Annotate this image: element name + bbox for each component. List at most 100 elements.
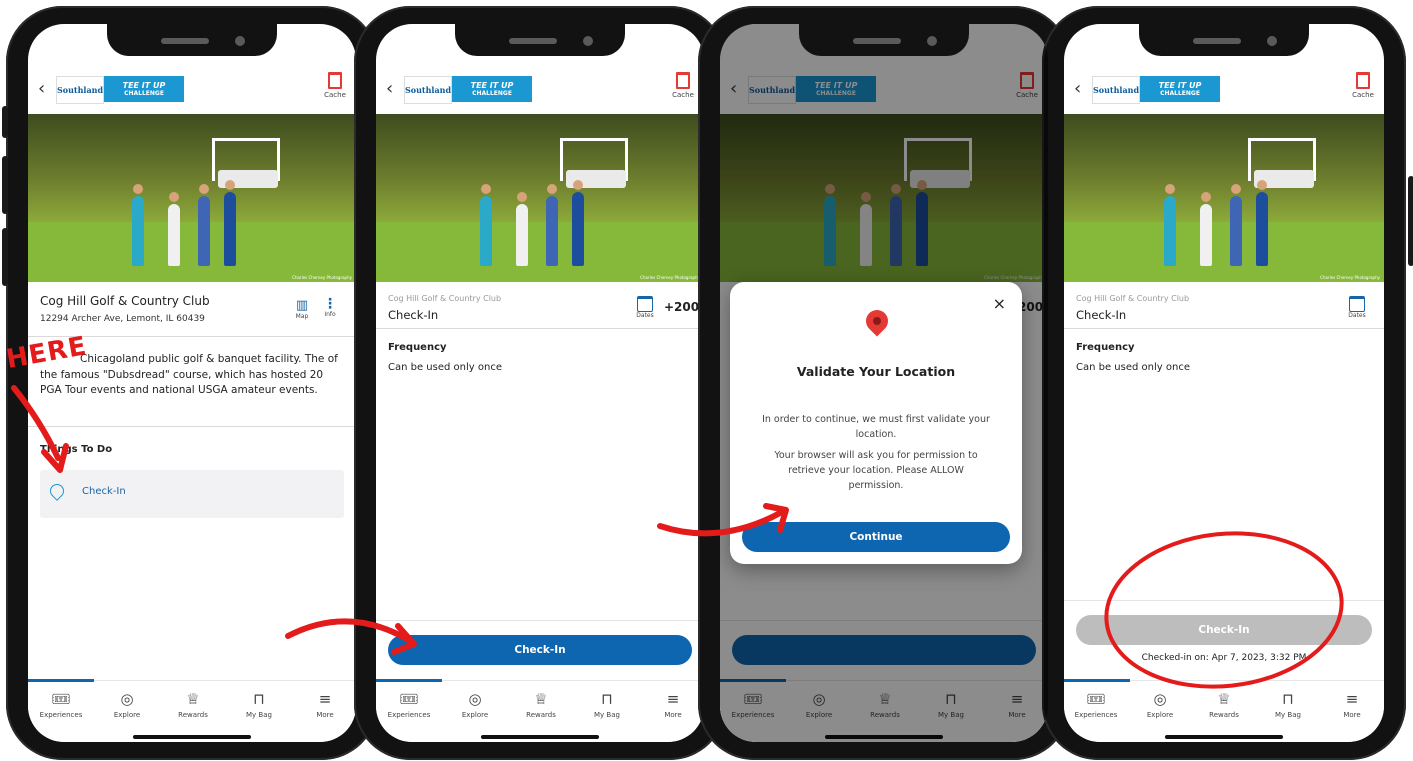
checkin-item-label: Check-In [82,486,126,497]
action-area: Check-In [376,620,704,681]
logo-sub: CHALLENGE [124,90,164,97]
logo-text: Southland [404,85,452,95]
frequency-value: Can be used only once [1076,362,1190,373]
info-label: Info [324,311,336,318]
modal-message: In order to continue, we must first vali… [762,414,990,440]
checkin-list-item[interactable]: Check-In [40,470,344,518]
back-icon[interactable]: ‹ [38,78,45,99]
tab-more[interactable]: ≡ More [1320,689,1384,719]
modal-message: Your browser will ask you for permission… [774,450,978,491]
tab-my-bag[interactable]: ⊓ My Bag [574,689,640,719]
hero-image: Charles Cherney Photography [28,114,356,282]
logo-title: TEE IT UP [1158,81,1202,90]
logo-text: Southland [56,85,104,95]
tab-experiences[interactable]: 🎟︎ Experiences [28,689,94,719]
divider [28,426,356,427]
tab-rewards[interactable]: ♕ Rewards [1192,689,1256,719]
screen: ‹ Southland TEE IT UP CHALLENGE Cache Cha… [1064,24,1384,742]
screen: ‹ Southland TEE IT UP CHALLENGE Cache Cha… [28,24,356,742]
side-button [2,156,8,214]
ticket-icon: 🎟︎ [51,690,71,708]
bag-icon: ⊓ [601,690,613,708]
home-indicator [1165,735,1283,739]
close-icon[interactable]: × [993,294,1006,313]
tab-rewards[interactable]: ♕ Rewards [160,689,226,719]
app-header: ‹ Southland TEE IT UP CHALLENGE Cache [376,64,704,114]
info-button[interactable]: ⋮ Info [318,296,342,318]
cache-button[interactable]: Cache [320,70,350,99]
tab-my-bag[interactable]: ⊓ My Bag [226,689,292,719]
phone-4: ‹ Southland TEE IT UP CHALLENGE Cache Cha… [1042,6,1413,760]
side-button [1408,176,1413,266]
tab-indicator [376,679,442,682]
hero-image: Charles Cherney Photography [1064,114,1384,282]
menu-icon: ≡ [318,690,332,708]
side-button [2,106,8,138]
trophy-icon: ♕ [1217,690,1231,708]
bag-icon: ⊓ [253,690,265,708]
experience-title: Check-In [1076,308,1127,322]
screen: ‹ Southland TEE IT UP CHALLENGE Cache Cha… [376,24,704,742]
tab-rewards[interactable]: ♕ Rewards [508,689,574,719]
tab-label: My Bag [1275,711,1301,719]
tab-explore[interactable]: ◎ Explore [442,689,508,719]
ticket-icon: 🎟︎ [1086,690,1106,708]
tab-my-bag[interactable]: ⊓ My Bag [1256,689,1320,719]
tab-experiences[interactable]: 🎟︎ Experiences [376,689,442,719]
phone-1: ‹ Southland TEE IT UP CHALLENGE Cache Cha… [2,6,378,760]
logo: Southland TEE IT UP CHALLENGE [1092,76,1220,104]
kebab-icon: ⋮ [323,296,337,312]
phone-2: ‹ Southland TEE IT UP CHALLENGE Cache Cha… [354,6,726,760]
trophy-icon: ♕ [186,690,200,708]
checked-in-status: Checked-in on: Apr 7, 2023, 3:32 PM [1141,653,1307,663]
home-indicator [133,735,251,739]
tab-label: My Bag [594,711,620,719]
dates-button[interactable]: Dates [1344,296,1370,319]
hero-image: Charles Cherney Photography [376,114,704,282]
tab-label: More [664,711,682,719]
logo-title: TEE IT UP [470,81,514,90]
checkin-button-disabled: Check-In [1076,615,1372,645]
tab-indicator [28,679,94,682]
menu-icon: ≡ [666,690,680,708]
logo-title: TEE IT UP [122,81,166,90]
tab-bar: 🎟︎ Experiences ◎ Explore ♕ Rewards ⊓ My Bag … [1064,679,1384,742]
photo-credit: Charles Cherney Photography [292,275,352,280]
continue-button[interactable]: Continue [742,522,1010,552]
tab-more[interactable]: ≡ More [640,689,704,719]
trash-icon [676,72,690,89]
tab-label: Explore [461,711,489,719]
tab-label: Experiences [387,711,431,719]
tab-label: Experiences [1074,711,1118,719]
back-icon[interactable]: ‹ [1074,78,1081,99]
tab-label: Explore [113,711,141,719]
trash-icon [328,72,342,89]
divider [1064,328,1384,329]
tab-bar: 🎟︎ Experiences ◎ Explore ♕ Rewards ⊓ My Bag … [376,679,704,742]
bag-icon: ⊓ [1282,690,1294,708]
cache-button[interactable]: Cache [1348,70,1378,99]
back-icon[interactable]: ‹ [386,78,393,99]
tab-explore[interactable]: ◎ Explore [94,689,160,719]
notch [107,24,277,56]
map-label: Map [295,313,309,320]
tab-explore[interactable]: ◎ Explore [1128,689,1192,719]
logo: Southland TEE IT UP CHALLENGE [404,76,532,104]
dates-button[interactable]: Dates [632,296,658,319]
compass-icon: ◎ [468,690,482,708]
menu-icon: ≡ [1345,690,1359,708]
tab-label: More [316,711,334,719]
trophy-icon: ♕ [534,690,548,708]
tab-experiences[interactable]: 🎟︎ Experiences [1064,689,1128,719]
checkin-button[interactable]: Check-In [388,635,692,665]
cache-label: Cache [1352,91,1374,99]
things-to-do-heading: Things To Do [40,444,113,455]
divider [376,328,704,329]
map-button[interactable]: ▥ Map [290,298,314,320]
experience-subtitle: Cog Hill Golf & Country Club [388,294,502,303]
tab-more[interactable]: ≡ More [292,689,356,719]
side-button [2,228,8,286]
cache-button[interactable]: Cache [668,70,698,99]
tab-label: My Bag [246,711,272,719]
photo-credit: Charles Cherney Photography [640,275,700,280]
